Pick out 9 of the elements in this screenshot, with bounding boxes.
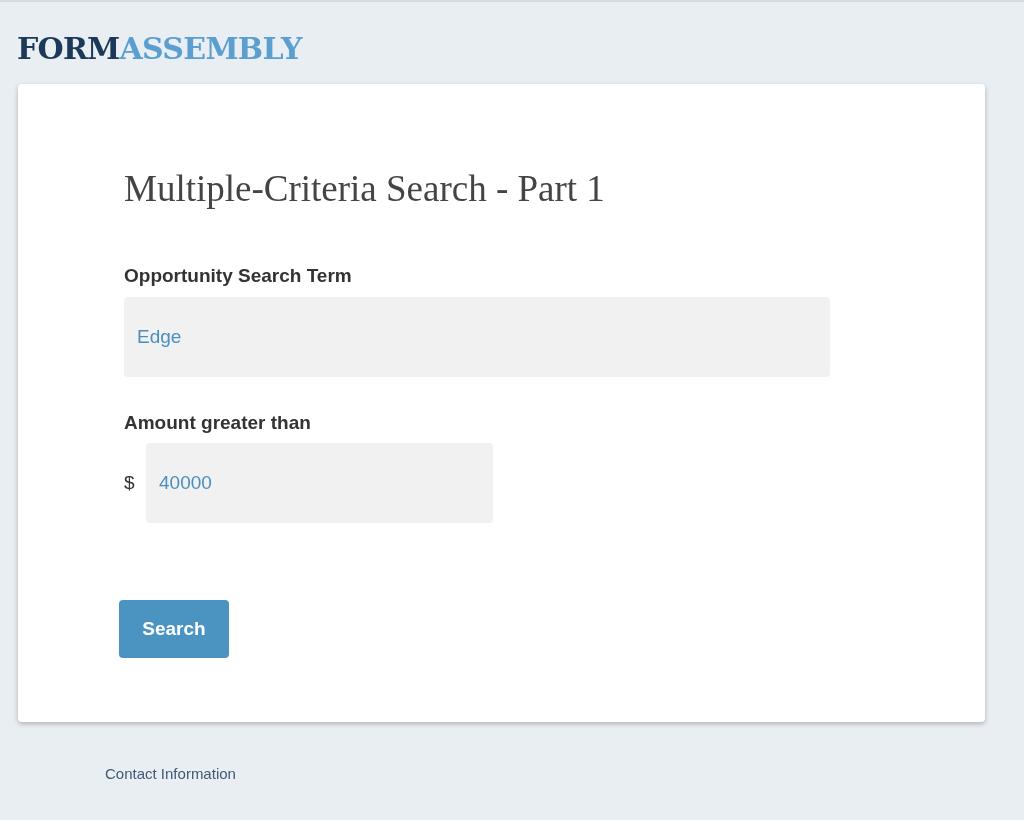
field-label: Opportunity Search Term bbox=[124, 264, 353, 289]
form-title: Multiple-Criteria Search - Part 1 bbox=[124, 167, 606, 211]
contact-link[interactable]: Contact Information bbox=[105, 765, 236, 782]
amount-field[interactable]: 40000 bbox=[146, 443, 493, 524]
currency-symbol: $ bbox=[124, 471, 136, 495]
search-button[interactable]: Search bbox=[119, 600, 229, 659]
field-label: Amount greater than bbox=[124, 410, 312, 435]
text-field[interactable]: Edge bbox=[124, 296, 830, 377]
logo: FORMASSEMBLY bbox=[17, 34, 302, 64]
